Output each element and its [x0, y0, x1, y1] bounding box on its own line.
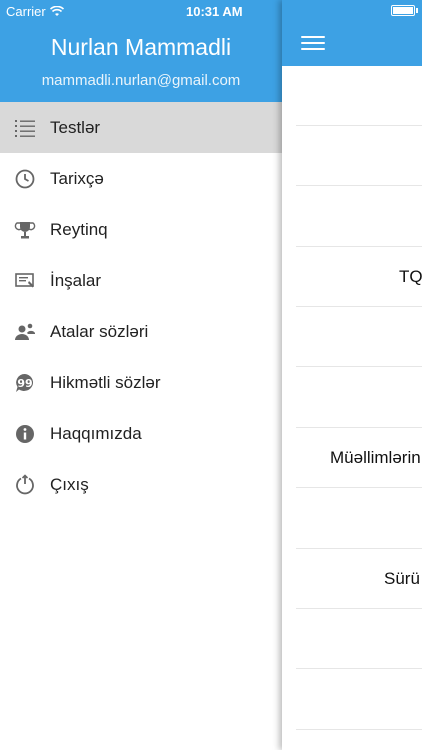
user-email: mammadli.nurlan@gmail.com: [41, 72, 241, 89]
list-icon: [15, 120, 35, 137]
list-item[interactable]: [296, 126, 422, 186]
list-item[interactable]: [296, 609, 422, 669]
menu-item-reytinq[interactable]: Reytinq: [0, 204, 282, 255]
menu-item-testler[interactable]: Testlər: [0, 102, 282, 153]
list-item-label: Müəllimlərin: [330, 448, 421, 467]
hamburger-icon[interactable]: [301, 36, 325, 52]
list-item-label: Sürü: [384, 569, 420, 588]
list-item[interactable]: [296, 368, 422, 428]
menu-item-label: Çıxış: [50, 474, 89, 494]
people-icon: [15, 323, 35, 340]
list-item[interactable]: Sürü: [296, 549, 422, 609]
menu-item-label: Tarixçə: [50, 168, 104, 188]
main-panel: TQ Müəllimlərin Sürü: [282, 0, 422, 750]
svg-text:99: 99: [17, 377, 32, 390]
status-carrier-group: Carrier: [6, 4, 64, 19]
menu-item-label: Testlər: [50, 117, 101, 137]
carrier-label: Carrier: [6, 4, 46, 19]
drawer-header: Carrier 10:31 AM Nurlan Mammadli mammadl…: [0, 0, 282, 102]
battery-tip: [416, 8, 418, 13]
clock-icon: [15, 169, 35, 189]
list-item[interactable]: [296, 307, 422, 367]
quote-icon: 99: [16, 373, 34, 392]
menu-item-hikmetli-sozler[interactable]: 99 Hikmətli sözlər: [0, 357, 282, 408]
main-header: [282, 0, 422, 66]
list-item[interactable]: Müəllimlərin: [296, 428, 422, 488]
status-time: 10:31 AM: [186, 4, 243, 19]
menu-item-label: Reytinq: [50, 219, 108, 239]
menu-item-haqqimizda[interactable]: Haqqımızda: [0, 408, 282, 459]
essay-icon: [15, 273, 34, 288]
menu-item-label: Hikmətli sözlər: [50, 372, 161, 392]
list-item[interactable]: TQ: [296, 247, 422, 307]
list-item-label: TQ: [399, 267, 422, 286]
info-icon: [16, 425, 34, 443]
battery-icon: [391, 5, 415, 16]
navigation-drawer: Carrier 10:31 AM Nurlan Mammadli mammadl…: [0, 0, 282, 750]
power-icon: [16, 474, 34, 495]
trophy-icon: [14, 222, 36, 239]
list-item[interactable]: [296, 187, 422, 247]
menu-item-insalar[interactable]: İnşalar: [0, 255, 282, 306]
menu-item-tarixce[interactable]: Tarixçə: [0, 153, 282, 204]
user-name: Nurlan Mammadli: [50, 34, 232, 60]
menu-item-atalar-sozleri[interactable]: Atalar sözləri: [0, 306, 282, 357]
menu-item-label: Atalar sözləri: [50, 321, 149, 341]
list-item[interactable]: [296, 670, 422, 730]
wifi-icon: [49, 6, 64, 16]
drawer-menu: Testlər Tarixçə Reytinq İnşalar Atalar s…: [0, 102, 282, 510]
list-item[interactable]: [296, 489, 422, 549]
menu-item-cixis[interactable]: Çıxış: [0, 459, 282, 510]
list-item[interactable]: [296, 66, 422, 126]
menu-item-label: İnşalar: [50, 270, 102, 290]
menu-item-label: Haqqımızda: [50, 423, 142, 443]
